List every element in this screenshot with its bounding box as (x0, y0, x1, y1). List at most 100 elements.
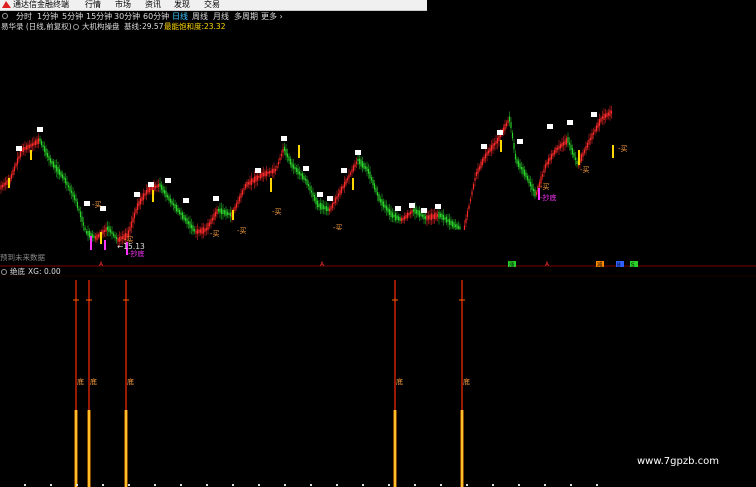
candle-body (426, 215, 428, 221)
candle-body (12, 169, 14, 176)
candle-body (64, 178, 67, 184)
candle-body (244, 183, 247, 189)
candle-body (193, 229, 196, 232)
s-signal-icon (497, 130, 503, 135)
candle-body (4, 182, 7, 185)
candle-body (388, 208, 391, 215)
candle-body (70, 190, 73, 193)
candle-body (28, 144, 31, 148)
candle-body (315, 197, 317, 205)
candle-body (157, 184, 160, 188)
candle-body (292, 164, 295, 169)
candle-body (36, 139, 38, 145)
a-marker: A (545, 261, 550, 268)
s-signal-icon (591, 112, 597, 117)
candle-body (168, 196, 170, 201)
buy-label: -买 (272, 208, 282, 216)
candle-body (343, 181, 346, 188)
candle-body (535, 192, 538, 195)
candle-body (541, 174, 544, 177)
candle-body (76, 201, 79, 209)
candle-body (283, 146, 286, 152)
date-tick (362, 484, 364, 486)
signal-bar (500, 140, 502, 152)
bottom-signal-label: 底 (127, 377, 134, 386)
candle-body (523, 169, 526, 176)
candle-body (16, 157, 19, 165)
candle-body (22, 146, 25, 152)
candle-body (268, 171, 271, 174)
candle-body (172, 203, 175, 206)
candle-body (471, 191, 473, 196)
candle-body (19, 150, 22, 158)
candle-body (13, 166, 16, 172)
candle-body (360, 159, 362, 167)
candle-body (568, 142, 571, 145)
xg-value: 0.00 (44, 267, 61, 276)
candle-body (328, 208, 331, 212)
candle-body (529, 181, 532, 187)
candle-body (402, 217, 404, 221)
candle-body (295, 167, 298, 172)
candle-body (372, 179, 374, 186)
candle-body (508, 116, 511, 122)
candle-body (108, 226, 110, 232)
s-signal-icon (435, 204, 441, 209)
signal-bar (578, 150, 580, 165)
candle-body (286, 153, 289, 158)
candle-body (484, 153, 487, 159)
candle-body (468, 205, 470, 209)
candle-body (55, 165, 58, 172)
candle-body (171, 200, 173, 205)
candle-body (189, 221, 191, 228)
candle-body (417, 210, 419, 216)
candle-body (355, 161, 358, 164)
candle-body (513, 142, 515, 150)
candle-body (381, 199, 383, 206)
candle-body (306, 179, 308, 185)
date-tick (284, 484, 286, 486)
s-signal-icon (421, 208, 427, 213)
candle-body (405, 214, 407, 219)
candle-body (210, 219, 212, 225)
candle-body (214, 211, 217, 217)
candle-body (163, 189, 166, 194)
buy-label: -买 (580, 166, 590, 174)
candle-body (297, 168, 299, 175)
candle-body (370, 177, 373, 181)
candle-body (69, 186, 71, 192)
candle-body (135, 208, 137, 214)
candle-body (85, 231, 88, 234)
candle-body (441, 213, 443, 220)
s-signal-icon (134, 192, 140, 197)
candle-body (345, 179, 347, 185)
candle-body (88, 231, 91, 238)
date-tick (76, 484, 78, 486)
candle-body (273, 168, 275, 173)
candle-body (498, 135, 500, 141)
candle-body (94, 236, 97, 240)
candle-body (450, 220, 452, 226)
candle-body (585, 146, 587, 151)
future-data-label: 预到未来数据 (0, 253, 45, 262)
sub-indicator-dot-icon[interactable] (1, 269, 7, 275)
candle-body (436, 214, 439, 217)
candle-body (102, 230, 104, 235)
candle-body (309, 186, 311, 191)
candle-body (43, 146, 46, 152)
sub-indicator-name: 绝底 (10, 267, 25, 276)
candle-body (609, 110, 611, 117)
candle-body (280, 153, 283, 157)
candle-body (322, 205, 325, 210)
candle-body (217, 209, 220, 212)
candle-body (204, 228, 206, 232)
candle-body (42, 144, 44, 148)
candle-body (6, 179, 8, 185)
candle-body (96, 234, 98, 241)
candle-body (552, 152, 554, 157)
candle-body (222, 209, 224, 214)
date-tick (414, 484, 416, 486)
a-marker: A (99, 261, 104, 268)
candle-body (31, 143, 34, 146)
candle-body (75, 198, 77, 202)
